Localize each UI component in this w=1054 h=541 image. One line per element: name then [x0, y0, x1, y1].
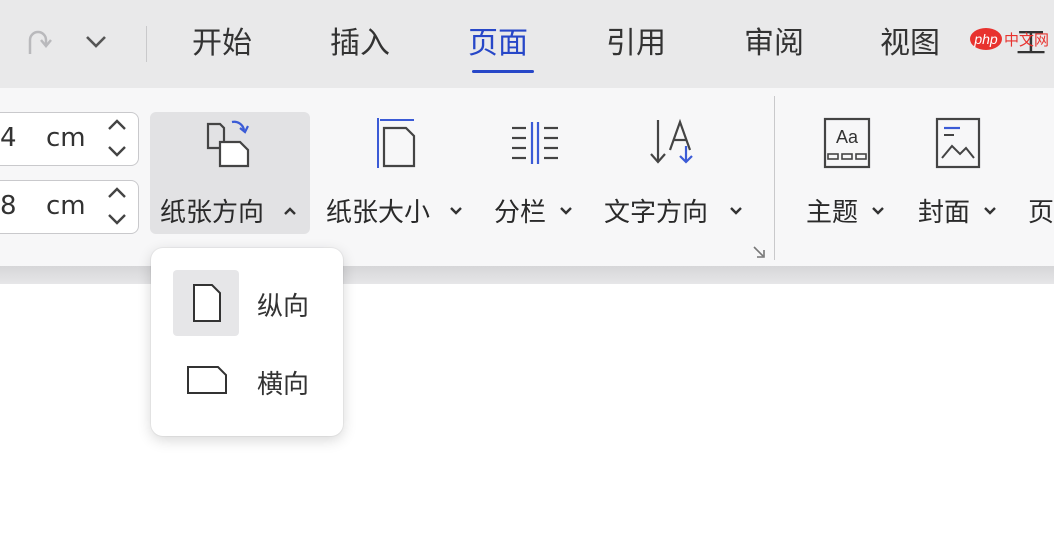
text-direction-icon [648, 116, 702, 174]
theme-button[interactable]: Aa 主题 [804, 112, 888, 234]
chevron-down-icon [870, 202, 886, 221]
chevron-down-icon [448, 202, 464, 221]
text-direction-button[interactable]: 文字方向 [604, 112, 746, 234]
dialog-launcher-icon[interactable] [752, 244, 766, 263]
tab-insert[interactable]: 插入 [330, 22, 390, 66]
text-direction-label: 文字方向 [604, 198, 709, 228]
active-tab-indicator [472, 70, 534, 73]
watermark-site: 中文网 [1004, 31, 1049, 49]
columns-label: 分栏 [494, 198, 547, 228]
margin-top-value[interactable]: 4 [0, 123, 17, 153]
watermark-logo: php 中文网 [970, 26, 1054, 52]
paper-size-button[interactable]: 纸张大小 [326, 112, 466, 234]
paper-size-label: 纸张大小 [326, 198, 431, 228]
portrait-option[interactable]: 纵向 [173, 270, 341, 336]
page-orientation-icon [204, 116, 256, 172]
ribbon-tab-bar: 开始 插入 页面 引用 审阅 视图 工 php 中文网 [0, 0, 1054, 88]
theme-label: 主题 [806, 198, 859, 228]
chevron-down-icon [728, 202, 744, 221]
margin-bottom-spinner[interactable]: 8 cm [0, 180, 139, 234]
columns-icon [510, 118, 560, 172]
columns-button[interactable]: 分栏 [492, 112, 582, 234]
redo-icon[interactable] [22, 26, 52, 64]
paper-size-icon [372, 116, 422, 174]
landscape-page-icon [185, 364, 229, 400]
spinner-arrows-icon[interactable] [106, 183, 128, 233]
watermark-php: php [973, 31, 998, 47]
theme-icon: Aa [822, 116, 872, 174]
ribbon-panel: 4 cm 8 cm 纸张方向 纸张大小 分栏 文字方向 Aa 主题 封面 页 [0, 88, 1054, 266]
chevron-down-icon[interactable] [84, 34, 108, 54]
orientation-label: 纸张方向 [160, 198, 265, 228]
cover-icon [934, 116, 982, 174]
margin-top-spinner[interactable]: 4 cm [0, 112, 139, 166]
chevron-up-icon [282, 202, 298, 221]
cover-label: 封面 [918, 198, 971, 228]
ribbon-group-divider [774, 96, 775, 260]
tab-page[interactable]: 页面 [468, 22, 528, 66]
toolbar-divider [146, 26, 147, 62]
orientation-button[interactable]: 纸张方向 [150, 112, 310, 234]
tab-view[interactable]: 视图 [880, 22, 940, 66]
tab-home[interactable]: 开始 [192, 22, 252, 66]
margin-bottom-unit: cm [46, 191, 86, 221]
svg-text:Aa: Aa [836, 127, 859, 147]
chevron-down-icon [558, 202, 574, 221]
margin-top-unit: cm [46, 123, 86, 153]
landscape-option[interactable]: 横向 [173, 348, 341, 414]
tab-review[interactable]: 审阅 [744, 22, 804, 66]
spinner-arrows-icon[interactable] [106, 115, 128, 165]
landscape-label: 横向 [257, 370, 310, 400]
cover-button[interactable]: 封面 [916, 112, 1000, 234]
portrait-page-icon [191, 282, 223, 328]
tab-references[interactable]: 引用 [606, 22, 666, 66]
orientation-dropdown: 纵向 横向 [151, 248, 343, 436]
margin-bottom-value[interactable]: 8 [0, 191, 17, 221]
page-number-label[interactable]: 页 [1028, 192, 1054, 229]
chevron-down-icon [982, 202, 998, 221]
portrait-label: 纵向 [257, 292, 310, 322]
